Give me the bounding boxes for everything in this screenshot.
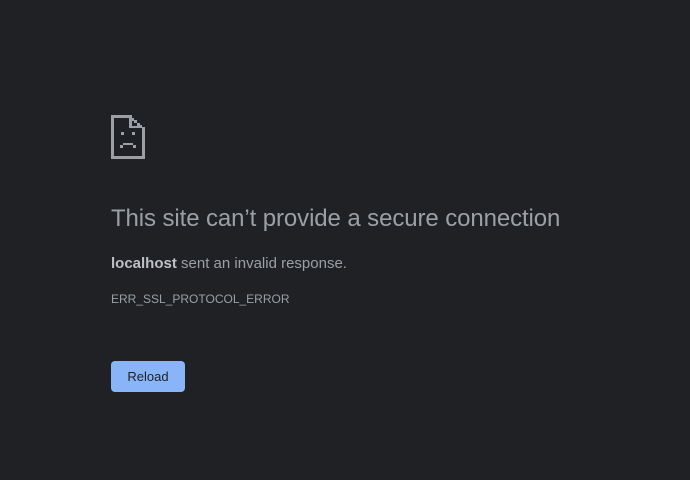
error-summary-text: sent an invalid response. xyxy=(176,255,347,272)
reload-button[interactable]: Reload xyxy=(111,361,185,392)
error-heading: This site can’t provide a secure connect… xyxy=(111,205,561,232)
error-host: localhost xyxy=(111,255,177,272)
error-summary: localhost sent an invalid response. xyxy=(111,255,347,272)
sad-document-icon xyxy=(111,115,145,159)
error-page-content: This site can’t provide a secure connect… xyxy=(111,115,671,392)
error-code: ERR_SSL_PROTOCOL_ERROR xyxy=(111,292,290,306)
